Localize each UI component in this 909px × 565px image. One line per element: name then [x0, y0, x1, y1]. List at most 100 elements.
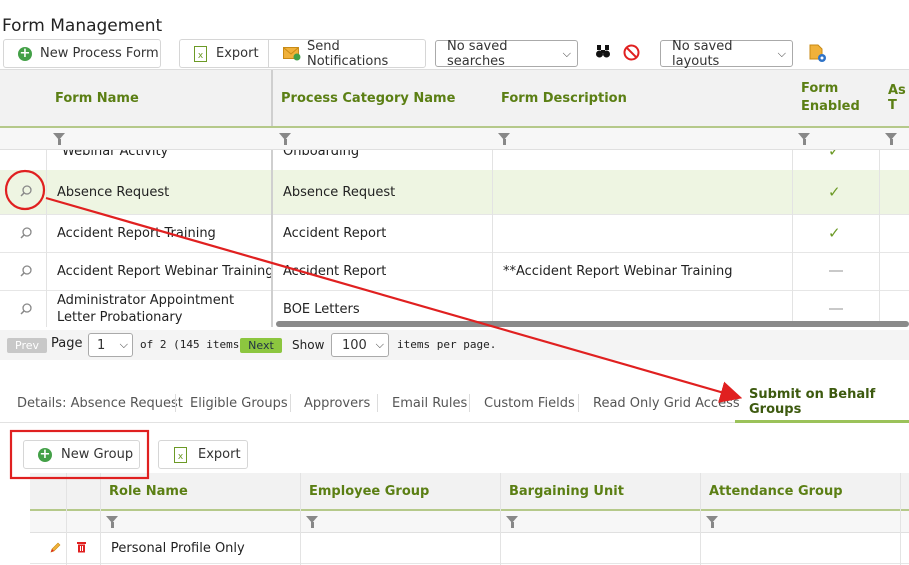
- table-row[interactable]: Webinar Activity Onboarding ✓: [0, 150, 909, 171]
- category-cell: Accident Report: [283, 225, 387, 241]
- form-name-cell: Accident Report Webinar Training: [57, 263, 274, 279]
- filter-icon[interactable]: [498, 133, 510, 145]
- layout-settings-icon[interactable]: [809, 44, 827, 63]
- tab-approvers[interactable]: Approvers: [304, 383, 370, 423]
- chevron-down-icon: ⌵: [375, 338, 384, 351]
- filter-icon[interactable]: [306, 516, 318, 528]
- category-cell: Accident Report: [283, 263, 387, 279]
- zoom-details-icon[interactable]: [20, 185, 32, 197]
- grid-header: Form Name Process Category Name Form Des…: [0, 70, 909, 128]
- filter-icon[interactable]: [53, 133, 65, 145]
- export-button[interactable]: x Export: [179, 39, 268, 68]
- delete-trash-icon[interactable]: [76, 541, 87, 553]
- saved-searches-select[interactable]: No saved searches ⌵: [435, 39, 578, 69]
- col-form-name[interactable]: Form Name: [55, 70, 139, 126]
- col-process-category[interactable]: Process Category Name: [281, 70, 455, 126]
- tab-separator: [578, 394, 579, 412]
- zoom-details-icon[interactable]: [20, 227, 32, 239]
- form-name-cell: Absence Request: [57, 184, 170, 200]
- zoom-details-icon[interactable]: [20, 303, 32, 315]
- table-row[interactable]: Accident Report Training Accident Report…: [0, 214, 909, 253]
- description-cell: **Accident Report Webinar Training: [503, 263, 733, 279]
- items-per-page-value: 100: [342, 337, 367, 353]
- column-divider: [492, 150, 493, 327]
- horizontal-scrollbar[interactable]: [276, 321, 909, 327]
- next-button[interactable]: Next: [240, 338, 282, 353]
- plus-circle-icon: +: [18, 45, 32, 61]
- filter-row: [0, 128, 909, 150]
- per-page-label: items per page.: [397, 338, 497, 351]
- filter-icon[interactable]: [279, 133, 291, 145]
- tab-details[interactable]: Details: Absence Request: [17, 383, 183, 423]
- excel-icon: x: [174, 446, 187, 463]
- chevron-down-icon: ⌵: [562, 46, 571, 60]
- category-cell: Onboarding: [283, 150, 360, 159]
- col-as-t[interactable]: As T: [888, 70, 909, 126]
- col-bargaining-unit[interactable]: Bargaining Unit: [509, 473, 624, 509]
- svg-text:x: x: [198, 51, 204, 61]
- tab-eligible-groups[interactable]: Eligible Groups: [190, 383, 288, 423]
- column-divider: [700, 473, 701, 565]
- column-divider: [66, 473, 67, 565]
- column-divider: [300, 473, 301, 565]
- tab-read-only-grid-access[interactable]: Read Only Grid Access: [593, 383, 740, 423]
- column-divider: [271, 150, 273, 327]
- show-label: Show: [292, 338, 325, 352]
- table-row[interactable]: Absence Request Absence Request ✓: [0, 170, 909, 215]
- detail-tabs: Details: Absence Request Eligible Groups…: [0, 383, 909, 423]
- check-icon: ✓: [828, 183, 841, 201]
- check-icon: ✓: [828, 224, 841, 242]
- column-divider: [46, 150, 47, 327]
- table-row[interactable]: Accident Report Webinar Training Acciden…: [0, 252, 909, 291]
- tab-separator: [377, 394, 378, 412]
- export-label: Export: [216, 46, 259, 61]
- send-notifications-label: Send Notifications: [306, 38, 389, 69]
- col-form-enabled[interactable]: Form Enabled: [801, 70, 871, 126]
- dash-icon: [829, 252, 843, 290]
- tab-custom-fields[interactable]: Custom Fields: [484, 383, 575, 423]
- page-title: Form Management: [2, 16, 163, 36]
- filter-icon[interactable]: [885, 133, 897, 145]
- col-form-description[interactable]: Form Description: [501, 70, 627, 126]
- table-row[interactable]: Personal Profile Only: [30, 533, 909, 564]
- page-select[interactable]: 1 ⌵: [88, 333, 133, 357]
- clear-search-icon[interactable]: [623, 44, 640, 61]
- excel-icon: x: [194, 45, 207, 62]
- binoculars-icon[interactable]: [596, 45, 610, 58]
- form-name-cell: Accident Report Training: [57, 225, 216, 241]
- col-attendance-group[interactable]: Attendance Group: [709, 473, 843, 509]
- tab-separator: [469, 394, 470, 412]
- col-employee-group[interactable]: Employee Group: [309, 473, 429, 509]
- col-role-name[interactable]: Role Name: [109, 473, 188, 509]
- plus-circle-icon: +: [38, 446, 52, 462]
- filter-icon[interactable]: [798, 133, 810, 145]
- tab-separator: [175, 394, 176, 412]
- zoom-details-icon[interactable]: [20, 265, 32, 277]
- category-cell: Absence Request: [283, 184, 396, 200]
- saved-layouts-value: No saved layouts: [672, 38, 733, 69]
- column-divider: [792, 150, 793, 327]
- new-group-button[interactable]: + New Group: [23, 440, 140, 469]
- items-per-page-select[interactable]: 100 ⌵: [331, 333, 389, 357]
- filter-icon[interactable]: [706, 516, 718, 528]
- chevron-down-icon: ⌵: [119, 338, 128, 351]
- filter-icon[interactable]: [506, 516, 518, 528]
- tab-email-rules[interactable]: Email Rules: [392, 383, 467, 423]
- tab-submit-on-behalf-groups[interactable]: Submit on Behalf Groups: [735, 383, 909, 423]
- send-notifications-button[interactable]: Send Notifications: [268, 38, 426, 69]
- new-process-form-button[interactable]: + New Process Form: [3, 39, 161, 68]
- chevron-down-icon: ⌵: [777, 46, 786, 60]
- edit-pencil-icon[interactable]: [50, 542, 61, 553]
- page-count: of 2 (145 items): [140, 338, 246, 351]
- prev-button[interactable]: Prev: [7, 338, 47, 353]
- form-name-cell: Webinar Activity: [62, 150, 169, 159]
- new-group-label: New Group: [61, 447, 134, 462]
- sub-export-button[interactable]: x Export: [158, 440, 248, 469]
- page-value: 1: [97, 337, 106, 353]
- saved-layouts-select[interactable]: No saved layouts ⌵: [660, 38, 793, 69]
- envelope-icon: [283, 46, 301, 60]
- tab-separator: [290, 394, 291, 412]
- new-process-form-label: New Process Form: [40, 46, 159, 61]
- filter-icon[interactable]: [106, 516, 118, 528]
- page-label: Page: [51, 336, 83, 351]
